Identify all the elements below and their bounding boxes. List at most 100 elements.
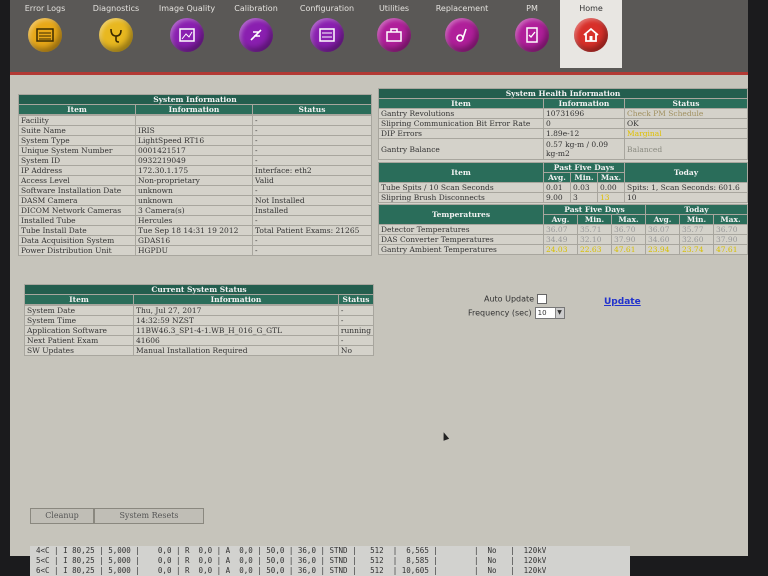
table-row: DASM Camera unknown Not Installed bbox=[18, 195, 372, 206]
terminal-line: 4<C | I 80,25 | 5,000 | 0,0 | R 0,0 | A … bbox=[36, 546, 547, 555]
toolbar-home[interactable]: Home bbox=[560, 0, 622, 68]
cell: DASM Camera bbox=[18, 195, 136, 206]
cell: unknown bbox=[135, 195, 253, 206]
chevron-down-icon[interactable]: ▼ bbox=[554, 308, 564, 318]
auto-update-label: Auto Update bbox=[484, 294, 535, 304]
table-row: SW Updates Manual Installation Required No bbox=[24, 345, 375, 356]
cell: System Date bbox=[24, 305, 134, 316]
table-row: Power Distribution Unit HGPDU - bbox=[18, 245, 372, 256]
cell: 32.10 bbox=[577, 234, 612, 245]
cell: 13 bbox=[597, 192, 625, 203]
cell: Installed Tube bbox=[18, 215, 136, 226]
cell: Check PM Schedule bbox=[624, 108, 748, 119]
cell: - bbox=[252, 245, 372, 256]
cell: 3 bbox=[570, 192, 598, 203]
cell: OK bbox=[624, 118, 748, 129]
cell: 35.71 bbox=[577, 224, 612, 235]
column-header: Status bbox=[624, 98, 748, 109]
error-logs-icon[interactable] bbox=[28, 18, 62, 52]
table-row: Access Level Non-proprietary Valid bbox=[18, 175, 372, 186]
replacement-icon[interactable] bbox=[445, 18, 479, 52]
utilities-icon[interactable] bbox=[377, 18, 411, 52]
table-row: Software Installation Date unknown - bbox=[18, 185, 372, 196]
cell: 36.70 bbox=[611, 224, 646, 235]
table-row: DIP Errors 1.89e-12 Marginal bbox=[378, 128, 748, 139]
column-header: Past Five Days bbox=[543, 162, 625, 173]
cell: - bbox=[252, 235, 372, 246]
cell: 37.90 bbox=[713, 234, 748, 245]
cell: 14:32:59 NZST bbox=[132, 315, 339, 326]
cell: Detector Temperatures bbox=[378, 224, 544, 235]
toolbar-diagnostics[interactable]: Diagnostics bbox=[84, 4, 148, 52]
cell: - bbox=[337, 305, 375, 316]
cell: Software Installation Date bbox=[18, 185, 136, 196]
update-link[interactable]: Update bbox=[604, 297, 641, 307]
toolbar-label: Home bbox=[579, 4, 603, 13]
mouse-pointer-icon bbox=[440, 431, 450, 441]
top-toolbar: Error Logs Diagnostics Image Quality Cal… bbox=[10, 0, 748, 75]
cell: 47.61 bbox=[611, 244, 646, 255]
terminal-line: 5<C | I 80,25 | 5,000 | 0,0 | R 0,0 | A … bbox=[36, 556, 547, 565]
table-row: Gantry Revolutions 10731696 Check PM Sch… bbox=[378, 108, 748, 119]
cell: Unique System Number bbox=[18, 145, 136, 156]
toolbar-label: Utilities bbox=[378, 4, 410, 13]
table-row: IP Address 172.30.1.175 Interface: eth2 bbox=[18, 165, 372, 176]
cell: IP Address bbox=[18, 165, 136, 176]
calibration-icon[interactable] bbox=[239, 18, 273, 52]
table-row: System Time 14:32:59 NZST - bbox=[24, 315, 375, 326]
toolbar-utilities[interactable]: Utilities bbox=[362, 4, 426, 52]
cell: Total Patient Exams: 21265 bbox=[252, 225, 372, 236]
system-resets-button[interactable]: System Resets bbox=[94, 508, 204, 524]
toolbar-label: PM bbox=[526, 4, 538, 13]
cell: 23.74 bbox=[679, 244, 714, 255]
toolbar-error-logs[interactable]: Error Logs bbox=[13, 4, 77, 52]
frequency-select[interactable]: 10 ▼ bbox=[534, 307, 565, 319]
cell: Next Patient Exam bbox=[24, 335, 134, 346]
cell: Facility bbox=[18, 115, 136, 126]
cell: 0932219049 bbox=[135, 155, 253, 166]
toolbar-pm[interactable]: PM bbox=[500, 4, 564, 52]
table-row: Gantry Balance 0.57 kg-m / 0.09 kg-m2 Ba… bbox=[378, 138, 748, 160]
pm-icon[interactable] bbox=[515, 18, 549, 52]
toolbar-calibration[interactable]: Calibration bbox=[224, 4, 288, 52]
cell: 0.00 bbox=[597, 182, 625, 193]
toolbar-configuration[interactable]: Configuration bbox=[295, 4, 359, 52]
column-header: Past Five Days bbox=[543, 204, 646, 215]
panel-title: System Health Information bbox=[378, 88, 748, 99]
cell: 172.30.1.175 bbox=[135, 165, 253, 176]
image-quality-icon[interactable] bbox=[170, 18, 204, 52]
table-row: Unique System Number 0001421517- bbox=[18, 145, 372, 156]
cleanup-button[interactable]: Cleanup bbox=[30, 508, 94, 524]
cell: 0.01 bbox=[543, 182, 571, 193]
system-information-table: Facility - Suite Name IRIS - System Type Light… bbox=[18, 115, 372, 256]
home-item[interactable]: Home bbox=[559, 4, 623, 52]
table-row: DICOM Network Cameras 3 Camera(s) Installe… bbox=[18, 205, 372, 216]
frequency-control: Frequency (sec) 10 ▼ bbox=[468, 307, 565, 319]
cell: DIP Errors bbox=[378, 128, 544, 139]
terminal-line: 6<C | I 80,25 | 5,000 | 0,0 | R 0,0 | A … bbox=[36, 566, 547, 575]
table-row: Gantry Ambient Temperatures 24.03 22.63 … bbox=[378, 244, 748, 255]
cell: DAS Converter Temperatures bbox=[378, 234, 544, 245]
cell: Hercules bbox=[135, 215, 253, 226]
home-icon[interactable] bbox=[574, 18, 608, 52]
column-header: Avg. bbox=[645, 214, 680, 225]
cell: 10731696 bbox=[543, 108, 625, 119]
cell: Marginal bbox=[624, 128, 748, 139]
configuration-icon[interactable] bbox=[310, 18, 344, 52]
table-row: Slipring Brush Disconnects 9.00 3 13 10 bbox=[378, 192, 748, 203]
cell: Gantry Revolutions bbox=[378, 108, 544, 119]
toolbar-image-quality[interactable]: Image Quality bbox=[155, 4, 219, 52]
auto-update-checkbox[interactable] bbox=[537, 294, 548, 304]
table-row: Installed Tube Hercules - bbox=[18, 215, 372, 226]
cell: Gantry Balance bbox=[378, 138, 544, 160]
cell: Slipring Communication Bit Error Rate bbox=[378, 118, 544, 129]
toolbar-replacement[interactable]: Replacement bbox=[430, 4, 494, 52]
column-header: Information bbox=[543, 98, 625, 109]
diagnostics-icon[interactable] bbox=[99, 18, 133, 52]
cell: Tue Sep 18 14:31 19 2012 bbox=[135, 225, 253, 236]
cell: - bbox=[252, 125, 372, 136]
cell: Power Distribution Unit bbox=[18, 245, 136, 256]
column-header: Today bbox=[624, 162, 748, 183]
table-row: Tube Spits / 10 Scan Seconds 0.01 0.03 0… bbox=[378, 182, 748, 193]
cell: 35.77 bbox=[679, 224, 714, 235]
